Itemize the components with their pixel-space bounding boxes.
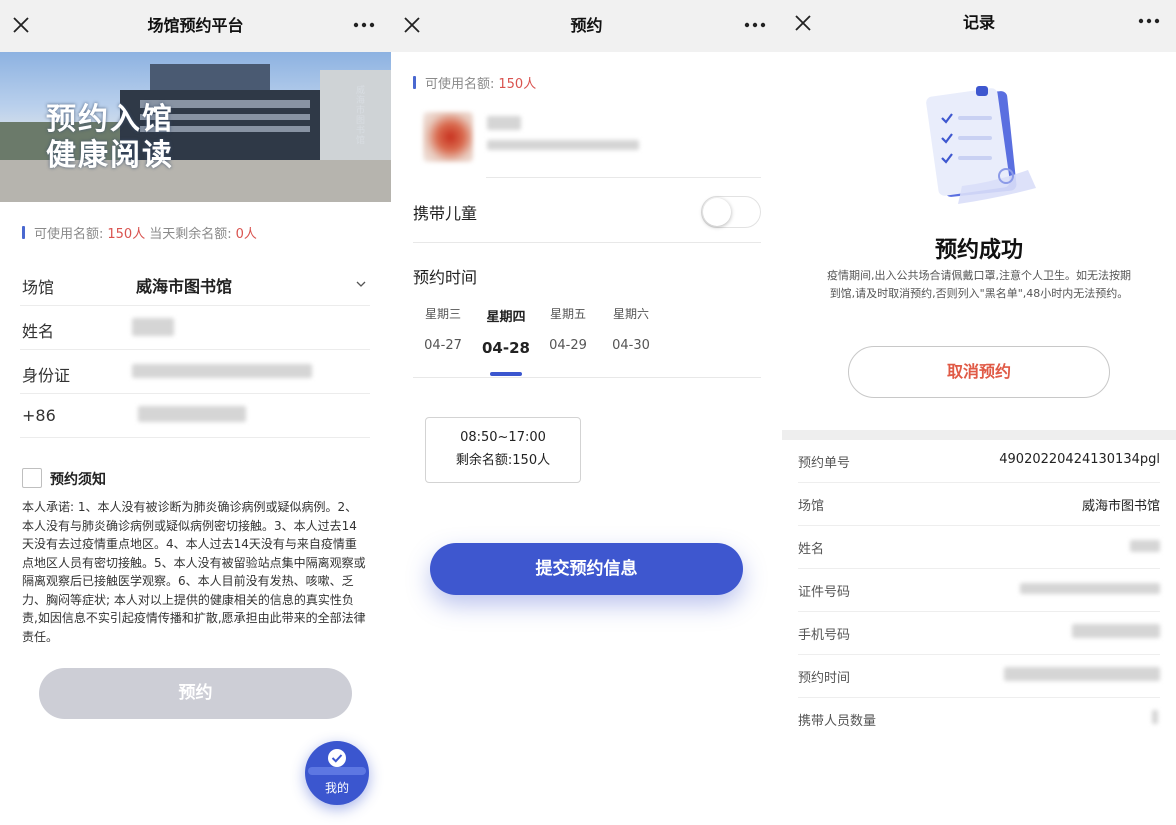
- success-title: 预约成功: [934, 238, 1023, 263]
- record-row: 预约单号 49020220424130134pgl: [798, 440, 1160, 483]
- close-icon[interactable]: [792, 12, 814, 34]
- record-row: 手机号码: [798, 612, 1160, 655]
- my-button[interactable]: 我的: [305, 741, 369, 805]
- navbar: 场馆预约平台: [0, 0, 391, 52]
- booking-form-screen: 场馆预约平台 预约入馆 健康阅读 威海市图书馆 可使用名额: 150人 当天剩余名额…: [0, 0, 391, 825]
- more-icon[interactable]: [1136, 10, 1162, 32]
- submit-reservation-button[interactable]: 提交预约信息: [430, 543, 743, 595]
- record-row: 姓名: [798, 526, 1160, 569]
- page-title: 记录: [962, 13, 995, 32]
- user-id: [487, 140, 639, 150]
- cancel-reservation-button[interactable]: 取消预约: [848, 346, 1110, 398]
- more-icon[interactable]: [742, 14, 768, 36]
- day-option[interactable]: 星期六 04-30: [607, 305, 655, 353]
- quota-info: 可使用名额: 150人: [413, 73, 540, 92]
- phone-field[interactable]: +86: [20, 394, 370, 438]
- avatar: [423, 112, 473, 162]
- clipboard-check-icon: [926, 86, 1036, 204]
- notice-text: 本人承诺: 1、本人没有被诊断为肺炎确诊病例或疑似病例。2、本人没有与肺炎确诊病…: [22, 500, 366, 644]
- close-icon[interactable]: [10, 14, 32, 36]
- day-option[interactable]: 星期五 04-29: [544, 305, 592, 353]
- hero-subtitle: 健康阅读: [46, 138, 174, 173]
- close-icon[interactable]: [401, 14, 423, 36]
- section-divider: [782, 430, 1176, 440]
- page-title: 预约: [570, 16, 603, 35]
- agree-checkbox[interactable]: [22, 468, 42, 488]
- time-label: 预约时间: [413, 268, 478, 287]
- shield-check-icon: [328, 749, 346, 767]
- day-option[interactable]: 星期三 04-27: [419, 305, 467, 353]
- success-description: 疫情期间,出入公共场合请佩戴口罩,注意个人卫生。如无法按期到馆,请及时取消预约,…: [827, 269, 1131, 300]
- hero-banner: 预约入馆 健康阅读 威海市图书馆: [0, 52, 391, 202]
- child-label: 携带儿童: [413, 204, 478, 223]
- record-row: 场馆 威海市图书馆: [798, 483, 1160, 526]
- id-field[interactable]: 身份证: [20, 350, 370, 394]
- navbar: 记录: [782, 0, 1176, 52]
- reserve-button[interactable]: 预约: [39, 668, 352, 719]
- selected-day-indicator: [490, 372, 522, 376]
- child-toggle[interactable]: [701, 196, 761, 228]
- time-slot[interactable]: 08:50~17:00 剩余名额:150人: [425, 417, 581, 483]
- record-row: 证件号码: [798, 569, 1160, 612]
- quota-info: 可使用名额: 150人 当天剩余名额: 0人: [22, 223, 261, 242]
- record-row: 携带人员数量: [798, 698, 1160, 741]
- chevron-down-icon: [356, 281, 366, 287]
- venue-select[interactable]: 场馆 威海市图书馆: [20, 262, 370, 306]
- day-option-selected[interactable]: 星期四 04-28: [482, 306, 530, 357]
- name-field[interactable]: 姓名: [20, 306, 370, 350]
- more-icon[interactable]: [351, 14, 377, 36]
- page-title: 场馆预约平台: [147, 16, 244, 35]
- user-name: [487, 116, 521, 130]
- navbar: 预约: [391, 0, 782, 52]
- building-sign: 威海市图书馆: [356, 86, 366, 146]
- record-row: 预约时间: [798, 655, 1160, 698]
